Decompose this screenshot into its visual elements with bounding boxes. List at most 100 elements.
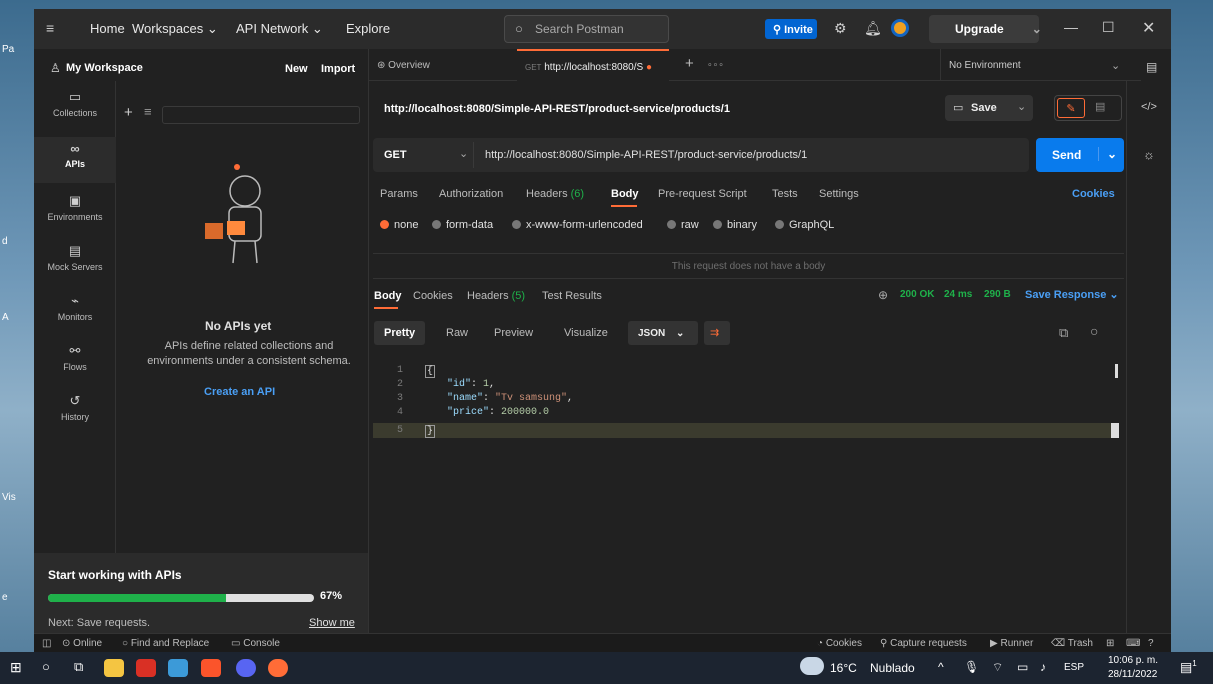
search-input[interactable]: ○ Search Postman: [504, 15, 669, 43]
sidebar-item-mock-servers[interactable]: ▤ Mock Servers: [34, 243, 116, 289]
avatar[interactable]: [891, 19, 909, 37]
tab-authorization[interactable]: Authorization: [439, 188, 503, 200]
filter-icon[interactable]: ≡: [144, 104, 152, 119]
maximize-icon[interactable]: ☐: [1102, 19, 1115, 36]
notifications-icon[interactable]: ▤1: [1180, 659, 1197, 675]
response-time[interactable]: 24 ms: [944, 289, 972, 300]
response-tab-headers[interactable]: Headers (5): [467, 290, 525, 302]
battery-icon[interactable]: ▭: [1017, 660, 1028, 674]
sidebar-item-environments[interactable]: ▣ Environments: [34, 193, 116, 239]
save-response-button[interactable]: Save Response ⌄: [1025, 288, 1119, 301]
pencil-icon[interactable]: ✎: [1057, 98, 1085, 118]
tab-pre-request-script[interactable]: Pre-request Script: [658, 188, 747, 200]
status-code[interactable]: 200 OK: [900, 289, 934, 300]
body-type-none[interactable]: none: [380, 219, 418, 231]
request-title[interactable]: http://localhost:8080/Simple-API-REST/pr…: [384, 103, 730, 115]
view-visualize[interactable]: Visualize: [554, 321, 618, 345]
api-network-menu[interactable]: API Network ⌄: [236, 21, 323, 37]
temperature[interactable]: 16°C: [830, 661, 857, 675]
wifi-icon[interactable]: ⌔: [992, 660, 1003, 675]
tab-active-request[interactable]: GET http://localhost:8080/S ●: [517, 49, 669, 81]
view-preview[interactable]: Preview: [484, 321, 543, 345]
explore-link[interactable]: Explore: [346, 21, 390, 36]
comments-icon[interactable]: ▤: [1095, 100, 1105, 113]
two-pane-icon[interactable]: ⊞: [1106, 638, 1114, 649]
tab-tests[interactable]: Tests: [772, 188, 798, 200]
import-button[interactable]: Import: [314, 60, 362, 80]
response-size[interactable]: 290 B: [984, 289, 1011, 300]
globe-icon[interactable]: ⊕: [878, 288, 888, 302]
edit-toggle[interactable]: ✎ ▤: [1054, 95, 1122, 121]
workspace-name[interactable]: My Workspace: [66, 62, 143, 74]
environment-selector[interactable]: No Environment ⌄: [940, 49, 1126, 81]
tab-overview[interactable]: ⊛ Overview: [377, 49, 430, 81]
body-type-urlencoded[interactable]: x-www-form-urlencoded: [512, 219, 643, 231]
desktop-icon-label[interactable]: A: [2, 312, 9, 323]
create-api-link[interactable]: Create an API: [204, 386, 275, 398]
minimize-icon[interactable]: —: [1064, 19, 1078, 35]
show-me-link[interactable]: Show me: [309, 617, 355, 629]
volume-icon[interactable]: ♪: [1040, 660, 1046, 674]
sidebar-item-flows[interactable]: ⚯ Flows: [34, 343, 116, 389]
response-tab-test-results[interactable]: Test Results: [542, 290, 602, 302]
acrobat-icon[interactable]: [136, 659, 156, 677]
search-icon[interactable]: ○: [1090, 323, 1098, 339]
task-view-icon[interactable]: ⧉: [74, 659, 83, 675]
microphone-icon[interactable]: 🎙︎: [964, 660, 979, 674]
hamburger-icon[interactable]: ≡: [46, 20, 54, 36]
body-type-graphql[interactable]: GraphQL: [775, 219, 834, 231]
desktop-icon-label[interactable]: Vis: [2, 492, 16, 503]
save-button[interactable]: ▭ Save ⌄: [945, 95, 1033, 121]
new-button[interactable]: New: [278, 60, 315, 80]
body-type-raw[interactable]: raw: [667, 219, 699, 231]
weather-text[interactable]: Nublado: [870, 661, 915, 675]
scrollbar-thumb[interactable]: [1115, 364, 1118, 378]
response-tab-body[interactable]: Body: [374, 290, 402, 302]
workspaces-menu[interactable]: Workspaces ⌄: [132, 21, 218, 37]
wrap-lines-icon[interactable]: ⇉: [704, 321, 730, 345]
find-replace-button[interactable]: ○ Find and Replace: [122, 638, 209, 649]
send-button[interactable]: Send ⌄: [1036, 138, 1124, 172]
tab-params[interactable]: Params: [380, 188, 418, 200]
tab-settings[interactable]: Settings: [819, 188, 859, 200]
sidebar-item-apis[interactable]: ∞ APIs: [34, 137, 116, 183]
response-tab-cookies[interactable]: Cookies: [413, 290, 453, 302]
format-select[interactable]: JSON ⌄: [628, 321, 698, 345]
cookies-button[interactable]: ◔ Cookies: [817, 638, 862, 649]
body-type-form-data[interactable]: form-data: [432, 219, 493, 231]
desktop-icon-label[interactable]: Pa: [2, 44, 14, 55]
desktop-icon-label[interactable]: e: [2, 592, 8, 603]
clock-date[interactable]: 28/11/2022: [1108, 669, 1157, 680]
body-type-binary[interactable]: binary: [713, 219, 757, 231]
view-pretty[interactable]: Pretty: [374, 321, 426, 345]
code-icon[interactable]: </>: [1141, 101, 1157, 113]
tab-body[interactable]: Body: [611, 188, 639, 200]
url-input[interactable]: http://localhost:8080/Simple-API-REST/pr…: [485, 149, 807, 161]
gear-icon[interactable]: ⚙: [834, 20, 847, 37]
bell-icon[interactable]: 🔔︎: [864, 20, 882, 37]
online-status[interactable]: ⊙ Online: [62, 638, 102, 649]
postman-icon[interactable]: [268, 659, 288, 677]
upgrade-button[interactable]: Upgrade ⌄: [929, 15, 1042, 43]
tab-headers[interactable]: Headers (6): [526, 188, 584, 200]
cookies-link[interactable]: Cookies: [1072, 188, 1115, 200]
more-tabs-icon[interactable]: ∘∘∘: [707, 59, 724, 70]
desktop-icon-label[interactable]: d: [2, 236, 8, 247]
response-code-editor[interactable]: 1 2 3 4 5 { "id": 1, "name": "Tv samsung…: [373, 356, 1119, 626]
console-button[interactable]: ▭ Console: [231, 638, 280, 649]
close-icon[interactable]: ✕: [1142, 18, 1155, 38]
language-indicator[interactable]: ESP: [1064, 662, 1084, 673]
new-tab-icon[interactable]: +: [685, 55, 694, 72]
sidebar-item-collections[interactable]: ▭ Collections: [34, 89, 116, 135]
sidebar-item-monitors[interactable]: ⌁ Monitors: [34, 293, 116, 339]
filter-input[interactable]: [162, 106, 360, 124]
windows-start-icon[interactable]: ⊞: [10, 659, 22, 676]
search-icon[interactable]: ○: [42, 659, 50, 674]
keyboard-icon[interactable]: ⌨: [1126, 638, 1140, 649]
brave-browser-icon[interactable]: [201, 659, 221, 677]
environment-quicklook-icon[interactable]: ▤: [1146, 60, 1157, 74]
view-raw[interactable]: Raw: [436, 321, 478, 345]
add-icon[interactable]: +: [124, 104, 133, 121]
help-icon[interactable]: ?: [1148, 638, 1154, 649]
clock-time[interactable]: 10:06 p. m.: [1108, 655, 1158, 666]
